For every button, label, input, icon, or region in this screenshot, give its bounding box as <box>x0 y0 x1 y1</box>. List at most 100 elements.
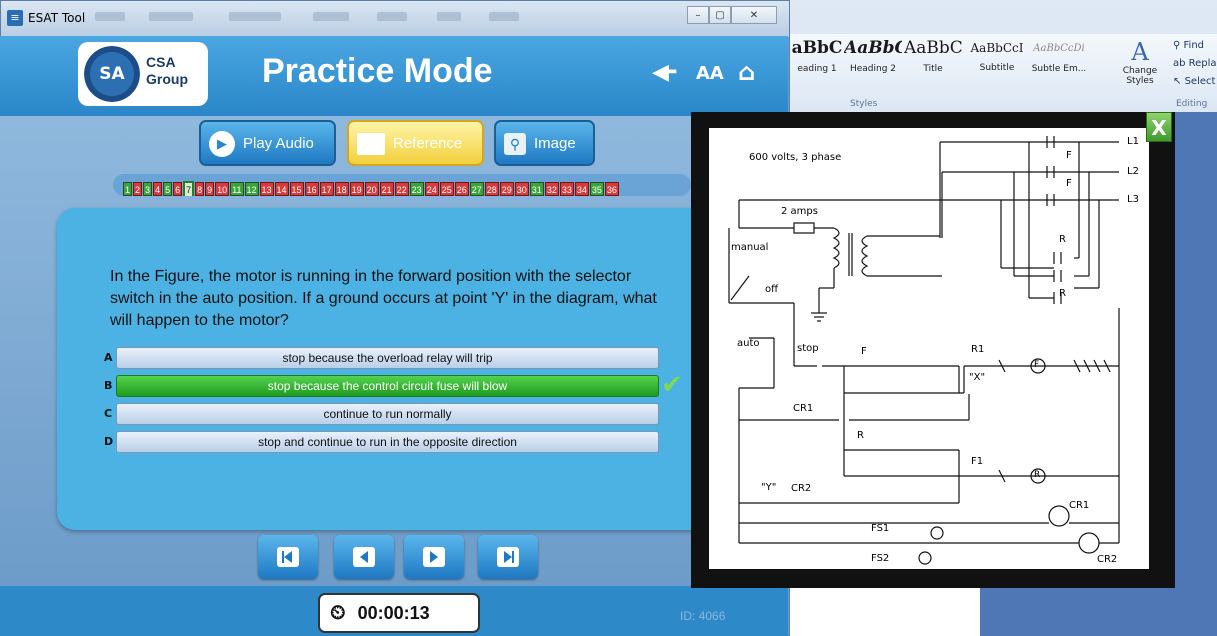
minimize-button[interactable]: – <box>687 6 709 24</box>
style-subtitle[interactable]: AaBbCcI Subtitle <box>968 38 1026 90</box>
style-heading-2[interactable]: AaBbC Heading 2 <box>844 38 902 90</box>
book-icon <box>357 133 385 156</box>
answer-option-c[interactable]: continue to run normally <box>116 403 659 425</box>
style-label: Heading 2 <box>849 64 897 74</box>
question-number-32[interactable]: 32 <box>544 182 559 196</box>
faded-menu-item <box>229 12 281 21</box>
point-x-label: "X" <box>969 372 986 383</box>
magnifier-icon: ⚲ <box>504 133 526 156</box>
question-number-16[interactable]: 16 <box>304 182 319 196</box>
page-title: Practice Mode <box>262 52 493 90</box>
question-number-9[interactable]: 9 <box>205 182 215 196</box>
question-number-31[interactable]: 31 <box>529 182 544 196</box>
style-sample: AaBbC <box>904 38 962 58</box>
style-title[interactable]: AaBbC Title <box>904 38 962 90</box>
style-sample: aBbC <box>791 38 843 58</box>
question-number-20[interactable]: 20 <box>364 182 379 196</box>
select-label: Select <box>1184 76 1216 87</box>
change-styles-button[interactable]: A Change Styles <box>1120 38 1160 86</box>
question-panel <box>57 208 747 530</box>
question-number-15[interactable]: 15 <box>289 182 304 196</box>
contact-r-label: R <box>1059 234 1066 245</box>
alarm-clock-icon: ⏲ <box>330 602 346 624</box>
reference-label: Reference <box>393 135 463 152</box>
find-button[interactable]: ⚲ Find <box>1173 40 1204 51</box>
question-number-27[interactable]: 27 <box>469 182 484 196</box>
question-number-33[interactable]: 33 <box>559 182 574 196</box>
manual-label: manual <box>731 242 769 253</box>
play-audio-label: Play Audio <box>243 135 314 152</box>
question-number-10[interactable]: 10 <box>215 182 230 196</box>
question-number-2[interactable]: 2 <box>133 182 143 196</box>
auto-label: auto <box>737 338 760 349</box>
replace-button[interactable]: ab Repla <box>1173 58 1217 69</box>
question-number-30[interactable]: 30 <box>514 182 529 196</box>
point-y-label: "Y" <box>761 482 777 493</box>
style-sample: AaBbCcDi <box>1033 43 1085 54</box>
next-question-button[interactable] <box>404 535 464 579</box>
answer-option-a[interactable]: stop because the overload relay will tri… <box>116 347 659 369</box>
play-audio-button[interactable]: ▶ Play Audio <box>199 120 336 166</box>
question-text: In the Figure, the motor is running in t… <box>110 268 657 329</box>
question-number-3[interactable]: 3 <box>143 182 153 196</box>
question-number-4[interactable]: 4 <box>153 182 163 196</box>
select-button[interactable]: ↖ Select <box>1173 76 1215 87</box>
home-icon[interactable]: ⌂ <box>738 58 755 86</box>
answer-option-d[interactable]: stop and continue to run in the opposite… <box>116 431 659 453</box>
question-number-22[interactable]: 22 <box>394 182 409 196</box>
question-number-5[interactable]: 5 <box>163 182 173 196</box>
previous-question-button[interactable] <box>334 535 394 579</box>
question-number-26[interactable]: 26 <box>454 182 469 196</box>
style-heading-1[interactable]: aBbC eading 1 <box>788 38 846 90</box>
question-number-36[interactable]: 36 <box>604 182 619 196</box>
next-icon <box>423 547 445 567</box>
question-number-19[interactable]: 19 <box>349 182 364 196</box>
question-number-14[interactable]: 14 <box>274 182 289 196</box>
faded-menu-item <box>437 12 461 21</box>
window-title: ESAT Tool <box>28 11 86 25</box>
maximize-button[interactable]: ▢ <box>709 6 731 24</box>
close-window-button[interactable]: ✕ <box>731 6 777 24</box>
line-label-l1: L1 <box>1127 136 1139 147</box>
style-subtle-emphasis[interactable]: AaBbCcDi Subtle Em... <box>1030 38 1088 90</box>
answer-option-b[interactable]: stop because the control circuit fuse wi… <box>116 375 659 397</box>
first-question-button[interactable] <box>258 535 318 579</box>
correct-check-icon: ✔ <box>661 370 683 400</box>
question-number-28[interactable]: 28 <box>484 182 499 196</box>
question-number-29[interactable]: 29 <box>499 182 514 196</box>
replace-icon: ab <box>1173 58 1189 69</box>
question-number-24[interactable]: 24 <box>424 182 439 196</box>
question-number-25[interactable]: 25 <box>439 182 454 196</box>
question-number-8[interactable]: 8 <box>195 182 205 196</box>
text-size-button[interactable]: AA <box>696 63 724 84</box>
line-label-l2: L2 <box>1127 166 1139 177</box>
reverse-coil-label: R <box>1034 470 1041 480</box>
question-number-17[interactable]: 17 <box>319 182 334 196</box>
question-number-18[interactable]: 18 <box>334 182 349 196</box>
close-popup-button[interactable]: X <box>1146 112 1172 142</box>
logo-line-2: Group <box>146 71 188 87</box>
question-number-34[interactable]: 34 <box>574 182 589 196</box>
binoculars-icon: ⚲ <box>1173 40 1184 51</box>
question-number-12[interactable]: 12 <box>244 182 259 196</box>
option-letter: B <box>104 379 113 392</box>
last-question-button[interactable] <box>478 535 538 579</box>
question-number-13[interactable]: 13 <box>259 182 274 196</box>
question-number-23[interactable]: 23 <box>409 182 424 196</box>
back-arrow-icon[interactable]: ◀━ <box>652 60 676 85</box>
question-number-6[interactable]: 6 <box>173 182 183 196</box>
image-button[interactable]: ⚲ Image <box>494 120 595 166</box>
faded-menu-item <box>377 12 407 21</box>
question-number-21[interactable]: 21 <box>379 182 394 196</box>
cr2-contact-label: CR2 <box>791 483 812 494</box>
question-number-35[interactable]: 35 <box>589 182 604 196</box>
cr1-contact-label: CR1 <box>793 403 814 414</box>
question-number-7[interactable]: 7 <box>183 181 195 196</box>
change-styles-label: Change Styles <box>1122 66 1158 86</box>
question-number-11[interactable]: 11 <box>230 182 244 196</box>
supply-label: 600 volts, 3 phase <box>749 152 842 163</box>
contact-f-label: F <box>1066 178 1072 189</box>
fs1-label: FS1 <box>871 523 890 534</box>
reference-button[interactable]: Reference <box>347 120 484 166</box>
question-number-1[interactable]: 1 <box>123 182 133 196</box>
